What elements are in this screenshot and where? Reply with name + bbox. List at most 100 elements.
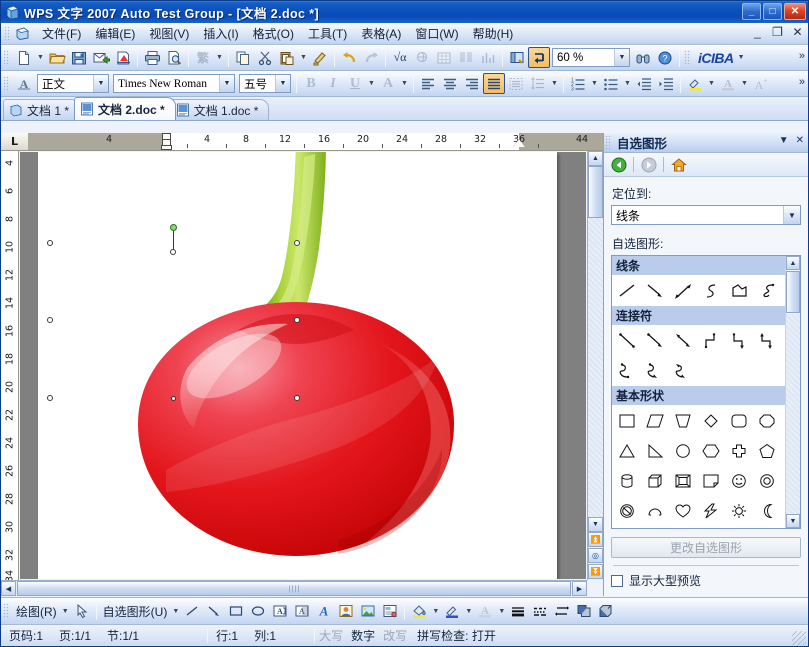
font-color-icon[interactable]: A — [717, 73, 739, 94]
horizontal-ruler[interactable]: L 4 4 8 12 16 20 24 28 32 36 44 — [1, 133, 603, 151]
decrease-indent-icon[interactable] — [633, 73, 655, 94]
drawing-toolbar-grip[interactable] — [3, 603, 10, 619]
arrow-tool-icon[interactable] — [203, 601, 225, 622]
hexagon-icon[interactable] — [697, 438, 725, 464]
curve-icon[interactable] — [697, 278, 725, 304]
rounded-rect-icon[interactable] — [725, 408, 753, 434]
align-distributed-icon[interactable] — [505, 73, 527, 94]
select-arrow-icon[interactable] — [71, 601, 93, 622]
char-shading-button[interactable]: A — [377, 73, 399, 94]
paste-icon[interactable] — [276, 47, 298, 68]
hyperlink-icon[interactable] — [411, 47, 433, 68]
goto-dropdown-icon[interactable]: ▼ — [783, 206, 800, 224]
gallery-scroll-down-icon[interactable]: ▼ — [786, 514, 800, 528]
resize-grip[interactable] — [792, 631, 806, 645]
selection-handle-bottom-right[interactable] — [294, 395, 300, 401]
heart-icon[interactable] — [669, 498, 697, 524]
tab-document-1[interactable]: 文档 1 * — [3, 99, 80, 120]
vertical-scroll-thumb[interactable] — [588, 166, 603, 218]
formatting-toolbar-grip[interactable] — [3, 76, 10, 92]
diamond-icon[interactable] — [697, 408, 725, 434]
donut-icon[interactable] — [753, 468, 781, 494]
cherry-image[interactable] — [38, 152, 557, 579]
menu-drag-grip[interactable] — [4, 26, 11, 42]
draw-menu-button[interactable]: 绘图(R) — [13, 603, 60, 620]
menu-edit[interactable]: 编辑(E) — [88, 22, 142, 45]
gallery-scroll-thumb[interactable] — [786, 271, 800, 313]
line-color-icon[interactable] — [441, 601, 463, 622]
font-color-icon[interactable]: A — [474, 601, 496, 622]
line-icon[interactable] — [613, 278, 641, 304]
open-folder-icon[interactable] — [46, 47, 68, 68]
dash-style-icon[interactable] — [529, 601, 551, 622]
gallery-scroll-track[interactable] — [786, 314, 800, 514]
curved-arrow-connector-icon[interactable] — [641, 358, 669, 384]
no-symbol-icon[interactable] — [613, 498, 641, 524]
scroll-up-button[interactable]: ▲ — [588, 151, 603, 166]
left-indent-marker[interactable] — [161, 145, 172, 150]
selection-handle-middle-right[interactable] — [294, 317, 300, 323]
increase-indent-icon[interactable] — [655, 73, 677, 94]
change-autoshape-button[interactable]: 更改自选图形 — [611, 537, 801, 558]
selection-handle-top-right[interactable] — [294, 240, 300, 246]
elbow-connector-icon[interactable] — [697, 328, 725, 354]
print-preview-icon[interactable] — [163, 47, 185, 68]
large-preview-checkbox-row[interactable]: 显示大型预览 — [611, 572, 801, 589]
document-page[interactable] — [38, 152, 557, 579]
maximize-button[interactable]: □ — [763, 3, 782, 20]
bevel-icon[interactable] — [669, 468, 697, 494]
formatting-toolbar-overflow-icon[interactable]: » — [799, 76, 805, 88]
bold-button[interactable]: B — [300, 73, 322, 94]
style-icon[interactable]: A — [13, 73, 35, 94]
rectangle-icon[interactable] — [613, 408, 641, 434]
line-tool-icon[interactable] — [181, 601, 203, 622]
right-indent-marker[interactable] — [513, 139, 525, 147]
moon-icon[interactable] — [753, 498, 781, 524]
curved-double-arrow-connector-icon[interactable] — [669, 358, 697, 384]
straight-arrow-connector-icon[interactable] — [641, 328, 669, 354]
trapezoid-icon[interactable] — [669, 408, 697, 434]
redo-icon[interactable] — [360, 47, 382, 68]
cylinder-icon[interactable] — [613, 468, 641, 494]
smiley-icon[interactable] — [725, 468, 753, 494]
large-preview-checkbox[interactable] — [611, 575, 623, 587]
cross-icon[interactable] — [725, 438, 753, 464]
font-color-dropdown-icon[interactable]: ▼ — [739, 73, 750, 94]
font-dropdown-icon[interactable]: ▼ — [219, 75, 234, 92]
scroll-down-button[interactable]: ▼ — [588, 517, 603, 532]
3d-icon[interactable] — [595, 601, 617, 622]
new-document-icon[interactable] — [13, 47, 35, 68]
traditional-chinese-dropdown-icon[interactable]: ▼ — [214, 47, 225, 68]
draw-menu-dropdown-icon[interactable]: ▼ — [60, 601, 71, 622]
align-center-icon[interactable] — [439, 73, 461, 94]
style-dropdown-icon[interactable]: ▼ — [93, 75, 108, 92]
horizontal-scrollbar[interactable]: ◀ ▶ — [1, 580, 587, 596]
status-num[interactable]: 数字 — [347, 627, 379, 644]
gallery-scrollbar[interactable]: ▲ ▼ — [785, 256, 800, 528]
paste-dropdown-icon[interactable]: ▼ — [298, 47, 309, 68]
shadow-icon[interactable] — [573, 601, 595, 622]
cube-icon[interactable] — [641, 468, 669, 494]
style-combo[interactable]: 正文 ▼ — [37, 74, 109, 93]
grow-font-icon[interactable]: A+ — [750, 73, 772, 94]
parallelogram-icon[interactable] — [641, 408, 669, 434]
picture-icon[interactable] — [357, 601, 379, 622]
curved-connector-icon[interactable] — [613, 358, 641, 384]
task-pane-grip[interactable] — [605, 135, 612, 151]
iciba-label[interactable]: iCIBA — [696, 47, 736, 69]
save-icon[interactable] — [68, 47, 90, 68]
align-justify-icon[interactable] — [483, 73, 505, 94]
menu-format[interactable]: 格式(O) — [246, 22, 301, 45]
forward-arrow-icon[interactable] — [639, 155, 658, 174]
scribble-icon[interactable] — [753, 278, 781, 304]
lightning-icon[interactable] — [697, 498, 725, 524]
autoshapes-menu-dropdown-icon[interactable]: ▼ — [170, 601, 181, 622]
underline-dropdown-icon[interactable]: ▼ — [366, 73, 377, 94]
tab-stop-selector[interactable]: L — [1, 133, 29, 150]
oval-icon[interactable] — [669, 438, 697, 464]
clip-art-icon[interactable] — [335, 601, 357, 622]
copy-icon[interactable] — [232, 47, 254, 68]
autoshapes-menu-button[interactable]: 自选图形(U) — [100, 603, 171, 620]
line-style-icon[interactable] — [507, 601, 529, 622]
font-size-dropdown-icon[interactable]: ▼ — [275, 75, 290, 92]
